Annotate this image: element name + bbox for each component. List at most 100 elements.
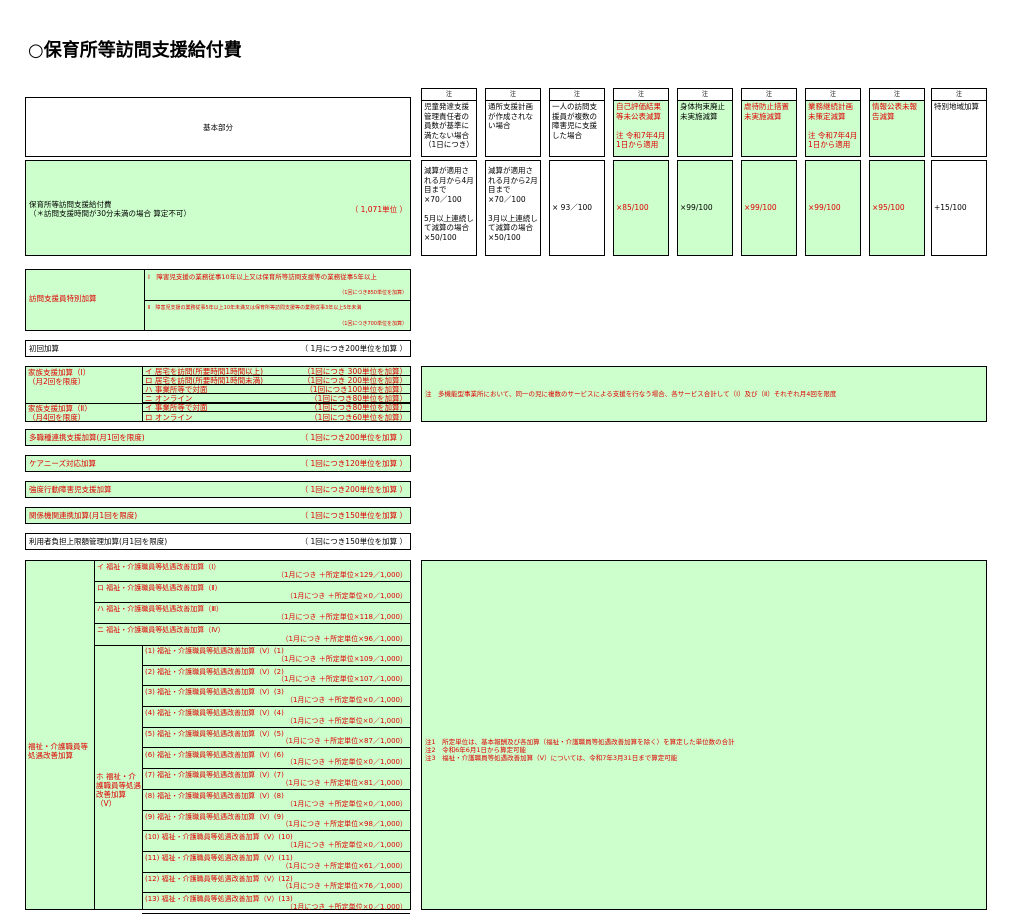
column-value: ×99/100 xyxy=(808,203,841,212)
addition-label: 強度行動障害児支援加算 xyxy=(29,485,112,494)
shogu-item-units: （1月につき ＋所定単位×0／1,000） xyxy=(285,758,407,767)
column-value-cell-4: ×85/100 xyxy=(613,160,669,256)
column-value-cell-8: ×95/100 xyxy=(869,160,925,256)
note-label: 注 xyxy=(422,89,476,101)
shogu-item-row: (2) 福祉・介護職員等処遇改善加算（Ⅴ）(2) （1月につき ＋所定単位×107… xyxy=(142,666,410,687)
family-g2-label: 家族支援加算（Ⅱ） （月4回を限度） xyxy=(28,404,92,422)
column-header-7: 注業務継続計画未策定減算 注 令和7年4月1日から適用 xyxy=(805,88,861,157)
column-value-cell-2: 減算が適用される月から2月目まで ×70／100 3月以上連続して減算の場合 ×… xyxy=(485,160,541,256)
addition-row: 多職種連携支援加算(月1回を限度) （ 1回につき200単位を加算 ） xyxy=(25,429,411,446)
shogu-item-label: (6) 福祉・介護職員等処遇改善加算（Ⅴ）(6) xyxy=(145,750,284,759)
special-i-text: Ⅰ 障害児支援の業務従事10年以上又は保育所等訪問支援等の業務従事5年以上 xyxy=(148,273,377,281)
shogu-item-row: (13) 福祉・介護職員等処遇改善加算（Ⅴ）(13) （1月につき ＋所定単位×0… xyxy=(142,893,410,914)
shogu-label: 福祉・介護職員等 処遇改善加算 xyxy=(28,742,88,760)
addition-label: ケアニーズ対応加算 xyxy=(29,459,96,468)
shogu-item-row: ニ 福祉・介護職員等処遇改善加算（Ⅳ） （1月につき ＋所定単位×96／1,000… xyxy=(94,624,410,645)
addition-units: （ 1回につき200単位を加算 ） xyxy=(300,433,407,442)
column-header-5: 注身体拘束廃止未実施減算 xyxy=(677,88,733,157)
column-value: 減算が適用される月から4月目まで ×70／100 5月以上連続して減算の場合 ×… xyxy=(424,166,474,242)
note-label: 注 xyxy=(614,89,668,101)
column-value-cell-9: +15/100 xyxy=(931,160,987,256)
shogu-item-row: ロ 福祉・介護職員等処遇改善加算（Ⅱ） （1月につき ＋所定単位×0／1,000） xyxy=(94,582,410,603)
shogu-item-units: （1月につき ＋所定単位×0／1,000） xyxy=(285,799,407,808)
column-value: × 93／100 xyxy=(552,203,593,212)
shogu-item-row: (9) 福祉・介護職員等処遇改善加算（Ⅴ）(9) （1月につき ＋所定単位×98／… xyxy=(142,811,410,832)
column-value-cell-7: ×99/100 xyxy=(805,160,861,256)
family-item-row: ハ 事業所等で対面 （1回につき100単位を加算） xyxy=(142,385,410,394)
family-item-label: イ 居宅を訪問(所要時間1時間以上) xyxy=(145,367,264,376)
family-item-row: イ 居宅を訪問(所要時間1時間以上) （1回につき 300単位を加算） xyxy=(142,367,410,376)
column-header-text: 業務継続計画未策定減算 注 令和7年4月1日から適用 xyxy=(808,102,858,149)
addition-row: 強度行動障害児支援加算 （ 1回につき200単位を加算 ） xyxy=(25,481,411,498)
addition-units: （ 1回につき150単位を加算 ） xyxy=(300,537,407,546)
family-support-block: 家族支援加算（Ⅰ） （月2回を限度） 家族支援加算（Ⅱ） （月4回を限度） イ … xyxy=(25,366,411,422)
family-g1-label: 家族支援加算（Ⅰ） （月2回を限度） xyxy=(28,368,91,386)
addition-row: ケアニーズ対応加算 （ 1回につき120単位を加算 ） xyxy=(25,455,411,472)
addition-row: 利用者負担上限額管理加算(月1回を限度) （ 1回につき150単位を加算 ） xyxy=(25,533,411,550)
column-header-text: 通所支援計画が作成されない場合 xyxy=(488,102,533,130)
family-item-label: ロ 居宅を訪問(所要時間1時間未満) xyxy=(145,376,264,385)
base-header-label: 基本部分 xyxy=(203,123,233,132)
note-label: 注 xyxy=(742,89,796,101)
shogu-item-units: （1月につき ＋所定単位×109／1,000） xyxy=(277,654,407,663)
shogu-ho-label: ホ 福祉・介護職員等処遇改善加算 （Ⅴ） xyxy=(96,772,141,808)
shogu-item-label: (2) 福祉・介護職員等処遇改善加算（Ⅴ）(2) xyxy=(145,667,284,676)
family-item-row: ニ オンライン （1回につき80単位を加算） xyxy=(142,394,410,403)
note-label: 注 xyxy=(486,89,540,101)
shogu-item-row: (8) 福祉・介護職員等処遇改善加算（Ⅴ）(8) （1月につき ＋所定単位×0／1… xyxy=(142,790,410,811)
shogu-item-label: イ 福祉・介護職員等処遇改善加算（Ⅰ） xyxy=(97,563,221,571)
shogu-item-units: （1月につき ＋所定単位×0／1,000） xyxy=(285,592,407,600)
service-note: （＊訪問支援時間が30分未満の場合 算定不可） xyxy=(29,209,191,218)
note-label: 注 xyxy=(870,89,924,101)
column-value-cell-1: 減算が適用される月から4月目まで ×70／100 5月以上連続して減算の場合 ×… xyxy=(421,160,477,256)
shogu-item-units: （1月につき ＋所定単位×96／1,000） xyxy=(281,635,408,643)
column-header-text: 児童発達支援管理責任者の員数が基準に満たない場合（1日につき） xyxy=(424,102,474,149)
column-header-1: 注児童発達支援管理責任者の員数が基準に満たない場合（1日につき） xyxy=(421,88,477,157)
column-header-text: 虐待防止措置未実施減算 xyxy=(744,102,789,121)
family-item-units: （1回につき100単位を加算） xyxy=(305,385,407,394)
addition-units: （ 1回につき200単位を加算 ） xyxy=(300,485,407,494)
note-label: 注 xyxy=(932,89,986,101)
column-header-6: 注虐待防止措置未実施減算 xyxy=(741,88,797,157)
shogu-item-row: (3) 福祉・介護職員等処遇改善加算（Ⅴ）(3) （1月につき ＋所定単位×0／1… xyxy=(142,686,410,708)
shogu-item-label: ロ 福祉・介護職員等処遇改善加算（Ⅱ） xyxy=(97,584,222,592)
base-units: （ 1,071単位 ） xyxy=(350,205,407,214)
shogu-item-row: (5) 福祉・介護職員等処遇改善加算（Ⅴ）(5) （1月につき ＋所定単位×87／… xyxy=(142,728,410,749)
shogu-item-label: (1) 福祉・介護職員等処遇改善加算（Ⅴ）(1) xyxy=(145,647,284,655)
family-item-label: イ 事業所等で対面 xyxy=(145,403,208,412)
addition-label: 関係機関連携加算(月1回を限度) xyxy=(29,511,138,520)
shogu-item-label: ハ 福祉・介護職員等処遇改善加算（Ⅲ） xyxy=(97,605,224,613)
column-value: ×99/100 xyxy=(680,203,713,212)
shogu-item-units: （1月につき ＋所定単位×61／1,000） xyxy=(281,861,408,870)
shogu-item-row: イ 福祉・介護職員等処遇改善加算（Ⅰ） （1月につき ＋所定単位×129／1,00… xyxy=(94,561,410,582)
column-value: ×99/100 xyxy=(744,203,777,212)
base-header-cell: 基本部分 xyxy=(25,97,411,157)
shogu-item-units: （1月につき ＋所定単位×0／1,000） xyxy=(285,716,407,725)
column-header-text: 情報公表未報告減算 xyxy=(872,102,917,121)
shogu-item-units: （1月につき ＋所定単位×98／1,000） xyxy=(281,820,408,829)
family-note-cell: 注 多機能型事業所において、同一の児に複数のサービスによる支援を行なう場合、各サ… xyxy=(421,366,987,422)
shogu-item-units: （1月につき ＋所定単位×0／1,000） xyxy=(285,903,407,912)
family-item-units: （1回につき 300単位を加算） xyxy=(303,367,407,376)
family-item-units: （1回につき80単位を加算） xyxy=(310,403,407,412)
special-staff-block: 訪問支援員特別加算 Ⅰ 障害児支援の業務従事10年以上又は保育所等訪問支援等の業… xyxy=(25,269,411,331)
shogu-item-label: (13) 福祉・介護職員等処遇改善加算（Ⅴ）(13) xyxy=(145,895,293,904)
shogu-item-units: （1月につき ＋所定単位×0／1,000） xyxy=(285,840,407,849)
shogu-item-label: (8) 福祉・介護職員等処遇改善加算（Ⅴ）(8) xyxy=(145,791,284,800)
shogu-item-label: (4) 福祉・介護職員等処遇改善加算（Ⅴ）(4) xyxy=(145,709,284,718)
column-value-cell-6: ×99/100 xyxy=(741,160,797,256)
shogu-item-units: （1月につき ＋所定単位×81／1,000） xyxy=(281,778,408,787)
shokai-label: 初回加算 xyxy=(29,344,59,353)
shogu-item-label: (11) 福祉・介護職員等処遇改善加算（Ⅴ）(11) xyxy=(145,854,293,862)
shogu-item-units: （1月につき ＋所定単位×76／1,000） xyxy=(281,882,408,891)
column-value: ×95/100 xyxy=(872,203,905,212)
note-label: 注 xyxy=(678,89,732,101)
shokai-row: 初回加算 （ 1月につき200単位を加算 ） xyxy=(25,340,411,357)
column-header-9: 注特別地域加算 xyxy=(931,88,987,157)
special-label: 訪問支援員特別加算 xyxy=(29,294,97,303)
shogu-item-label: ニ 福祉・介護職員等処遇改善加算（Ⅳ） xyxy=(97,626,225,634)
family-item-units: （1回につき60単位を加算） xyxy=(310,412,407,422)
column-header-text: 身体拘束廃止未実施減算 xyxy=(680,102,725,121)
shogu-item-row: ハ 福祉・介護職員等処遇改善加算（Ⅲ） （1月につき ＋所定単位×118／1,00… xyxy=(94,603,410,624)
family-note: 注 多機能型事業所において、同一の児に複数のサービスによる支援を行なう場合、各サ… xyxy=(425,390,837,398)
